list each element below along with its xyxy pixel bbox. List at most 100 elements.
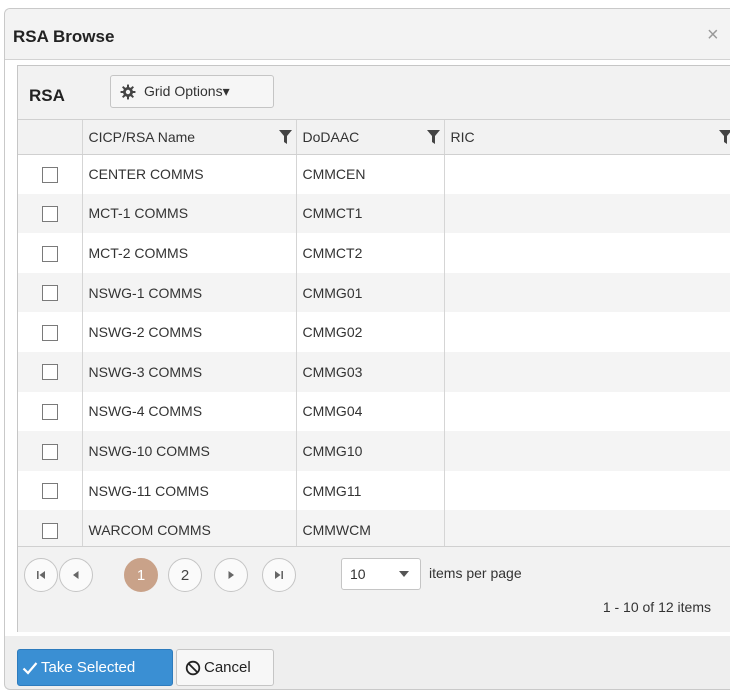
table-row[interactable]: NSWG-2 COMMS CMMG02 — [18, 312, 730, 352]
column-header-dodaac[interactable]: DoDAAC — [296, 120, 445, 155]
cell-ric — [444, 194, 730, 234]
table-row[interactable]: MCT-1 COMMS CMMCT1 — [18, 193, 730, 234]
page-size-select[interactable]: 10 — [341, 558, 421, 590]
cell-ric — [444, 392, 730, 432]
table-row[interactable]: NSWG-11 COMMS CMMG11 — [18, 470, 730, 511]
column-header-label: CICP/RSA Name — [88, 128, 196, 145]
prev-page-icon — [73, 571, 79, 579]
row-select-cell — [18, 351, 83, 392]
table-row[interactable]: WARCOM COMMS CMMWCM — [18, 510, 730, 550]
row-checkbox[interactable] — [41, 245, 58, 262]
column-header-label: RIC — [450, 128, 475, 145]
cell-ric — [444, 233, 730, 273]
cell-ric — [444, 273, 730, 313]
row-checkbox[interactable] — [41, 285, 58, 302]
close-icon[interactable]: × — [707, 25, 719, 45]
cell-dodaac: CMMG01 — [296, 272, 445, 313]
row-select-cell — [18, 391, 83, 432]
table-row[interactable]: MCT-2 COMMS CMMCT2 — [18, 233, 730, 273]
first-page-icon — [37, 571, 45, 579]
cell-name: NSWG-10 COMMS — [82, 431, 297, 471]
cell-dodaac: CMMG03 — [296, 351, 445, 392]
row-select-cell — [18, 154, 83, 194]
first-page-button[interactable] — [24, 558, 58, 592]
dialog-content: RSA Grid Options▾ CICP/RSA Name DoDAAC R… — [5, 60, 730, 636]
cell-name: CENTER COMMS — [82, 154, 297, 194]
table-row[interactable]: NSWG-3 COMMS CMMG03 — [18, 351, 730, 392]
rsa-browse-dialog: RSA Browse × RSA Grid Options▾ CICP/RSA … — [4, 8, 730, 690]
items-per-page-label: items per page — [429, 565, 522, 581]
cancel-icon — [185, 660, 201, 675]
cell-ric — [444, 431, 730, 471]
grid-options-button[interactable]: Grid Options▾ — [110, 75, 274, 108]
row-checkbox[interactable] — [41, 166, 58, 183]
row-select-cell — [18, 193, 83, 234]
row-checkbox[interactable] — [41, 404, 58, 420]
grid-pager: 1 2 10 items per page 1 - 10 of 12 items — [18, 546, 730, 632]
row-checkbox[interactable] — [41, 324, 58, 341]
cell-name: WARCOM COMMS — [82, 510, 297, 550]
filter-icon[interactable] — [278, 130, 292, 144]
cell-name: NSWG-4 COMMS — [82, 391, 297, 432]
table-row[interactable]: CENTER COMMS CMMCEN — [18, 154, 730, 194]
row-checkbox[interactable] — [41, 206, 58, 223]
cancel-button[interactable]: Cancel — [176, 649, 274, 686]
column-header-name[interactable]: CICP/RSA Name — [82, 120, 297, 155]
prev-page-button[interactable] — [59, 558, 93, 592]
row-select-cell — [18, 431, 83, 471]
cell-dodaac: CMMG10 — [296, 431, 445, 471]
cell-ric — [444, 352, 730, 392]
select-column-header — [18, 120, 83, 155]
column-header-label: DoDAAC — [302, 128, 360, 145]
cell-dodaac: CMMG02 — [296, 312, 445, 352]
cell-dodaac: CMMCEN — [296, 154, 445, 194]
row-select-cell — [18, 233, 83, 273]
row-checkbox[interactable] — [41, 443, 58, 460]
cell-ric — [444, 312, 730, 352]
row-select-cell — [18, 312, 83, 352]
last-page-button[interactable] — [262, 558, 296, 592]
next-page-button[interactable] — [214, 558, 248, 592]
grid-options-label: Grid Options▾ — [144, 83, 230, 99]
cell-name: NSWG-3 COMMS — [82, 351, 297, 392]
cell-ric — [444, 154, 730, 194]
cell-name: NSWG-1 COMMS — [82, 272, 297, 313]
table-row[interactable]: NSWG-4 COMMS CMMG04 — [18, 391, 730, 432]
page-button-1[interactable]: 1 — [124, 558, 158, 592]
grid-toolbar: RSA Grid Options▾ — [18, 66, 730, 120]
row-checkbox[interactable] — [41, 364, 58, 381]
cell-name: NSWG-2 COMMS — [82, 312, 297, 352]
cell-dodaac: CMMCT2 — [296, 233, 445, 273]
take-selected-label: Take Selected — [41, 659, 136, 676]
row-select-cell — [18, 510, 83, 550]
table-row[interactable]: NSWG-1 COMMS CMMG01 — [18, 272, 730, 313]
grid-title: RSA — [29, 86, 65, 105]
checkmark-icon — [22, 661, 38, 675]
cell-dodaac: CMMCT1 — [296, 193, 445, 234]
table-header-row: CICP/RSA Name DoDAAC RIC — [18, 120, 730, 155]
row-checkbox[interactable] — [41, 483, 58, 500]
cell-ric — [444, 471, 730, 511]
rsa-table: CICP/RSA Name DoDAAC RIC CENTER COMMS CM… — [18, 120, 730, 550]
cell-name: NSWG-11 COMMS — [82, 470, 297, 511]
take-selected-button[interactable]: Take Selected — [17, 649, 173, 686]
dropdown-arrow-icon — [399, 563, 409, 588]
page-button-2[interactable]: 2 — [168, 558, 202, 592]
table-row[interactable]: NSWG-10 COMMS CMMG10 — [18, 431, 730, 471]
row-select-cell — [18, 470, 83, 511]
dialog-title: RSA Browse — [13, 27, 115, 46]
cell-name: MCT-1 COMMS — [82, 193, 297, 234]
gear-icon — [120, 84, 136, 99]
cell-ric — [444, 510, 730, 550]
next-page-icon — [228, 571, 234, 579]
row-checkbox[interactable] — [41, 522, 58, 539]
cell-dodaac: CMMG04 — [296, 391, 445, 432]
filter-icon[interactable] — [426, 130, 440, 144]
cell-name: MCT-2 COMMS — [82, 233, 297, 273]
cancel-label: Cancel — [204, 659, 251, 676]
filter-icon[interactable] — [719, 130, 730, 144]
row-select-cell — [18, 272, 83, 313]
cell-dodaac: CMMWCM — [296, 510, 445, 550]
column-header-ric[interactable]: RIC — [444, 120, 730, 155]
pager-summary: 1 - 10 of 12 items — [602, 599, 711, 615]
